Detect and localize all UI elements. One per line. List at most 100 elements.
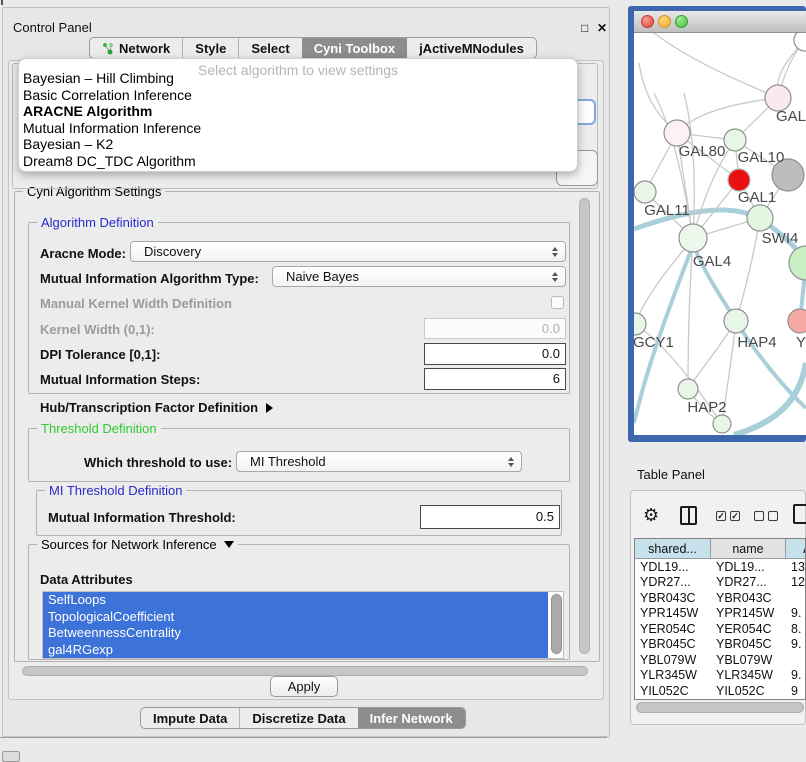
tab-network[interactable]: Network — [90, 38, 182, 58]
tab-discretize-data[interactable]: Discretize Data — [239, 708, 357, 728]
tab-jactivemnodules[interactable]: jActiveMNodules — [407, 38, 536, 58]
node-label: SWI4 — [762, 230, 799, 247]
select-all-checkboxes-icon[interactable]: ✓✓ — [716, 511, 740, 521]
mi-threshold-field[interactable]: 0.5 — [420, 505, 560, 529]
manual-kernel-width-label: Manual Kernel Width Definition — [40, 296, 232, 311]
stepper-icon — [508, 457, 514, 467]
tab-style[interactable]: Style — [182, 38, 238, 58]
table-row[interactable]: YLR345WYLR345W9. — [635, 668, 805, 684]
float-panel-icon[interactable]: □ — [581, 21, 588, 35]
sources-title[interactable]: Sources for Network Inference — [37, 537, 238, 552]
node-label: HAP4 — [737, 334, 776, 351]
node — [724, 129, 746, 151]
column-header-partial[interactable]: A — [786, 539, 806, 559]
which-threshold-label: Which threshold to use: — [84, 455, 232, 470]
algorithm-definition-title: Algorithm Definition — [37, 215, 158, 230]
deselect-all-checkboxes-icon[interactable] — [754, 511, 778, 521]
node-label: GAL1 — [738, 189, 776, 206]
node — [747, 205, 773, 231]
settings-horizontal-scrollbar[interactable] — [22, 666, 588, 676]
node — [678, 379, 698, 399]
algorithm-option-dream8[interactable]: Dream8 DC_TDC Algorithm — [21, 153, 573, 170]
data-attributes-list: SelfLoops TopologicalCoefficient Between… — [42, 591, 564, 659]
algorithm-option-mutual-information[interactable]: Mutual Information Inference — [21, 120, 573, 137]
gear-icon[interactable]: ⚙ — [643, 505, 659, 526]
algorithm-option-list: Bayesian – Hill Climbing Basic Correlati… — [21, 70, 573, 169]
attribute-gal4rgexp[interactable]: gal4RGexp — [43, 642, 548, 659]
algorithm-option-aracne[interactable]: ARACNE Algorithm — [21, 103, 573, 120]
node-table: shared... name A YDL19...YDL19...13 YDR2… — [634, 538, 806, 700]
tab-impute-data[interactable]: Impute Data — [141, 708, 239, 728]
apply-button[interactable]: Apply — [270, 676, 338, 697]
tab-infer-network[interactable]: Infer Network — [358, 708, 465, 728]
table-panel-title: Table Panel — [637, 467, 705, 482]
hub-definition-expander[interactable]: Hub/Transcription Factor Definition — [40, 400, 273, 415]
table-row[interactable]: YDL19...YDL19...13 — [635, 559, 805, 575]
attribute-betweennesscentrality[interactable]: BetweennessCentrality — [43, 625, 548, 642]
new-table-file-icon[interactable] — [793, 504, 806, 524]
mi-steps-field[interactable]: 6 — [424, 368, 566, 390]
node — [634, 313, 646, 335]
split-columns-icon[interactable] — [680, 506, 697, 525]
mi-threshold-label: Mutual Information Threshold: — [48, 510, 236, 525]
zoom-window-button[interactable] — [675, 15, 688, 28]
expand-right-icon — [266, 403, 273, 413]
stepper-icon — [552, 272, 558, 282]
dpi-tolerance-label: DPI Tolerance [0,1]: — [40, 347, 160, 362]
minimize-window-button[interactable] — [658, 15, 671, 28]
attribute-topologicalcoefficient[interactable]: TopologicalCoefficient — [43, 609, 548, 626]
node — [724, 309, 748, 333]
manual-kernel-width-checkbox[interactable] — [551, 296, 564, 309]
network-window-titlebar[interactable] — [634, 11, 806, 33]
node-label: GAL — [776, 108, 806, 125]
tab-select[interactable]: Select — [238, 38, 301, 58]
attribute-selfloops[interactable]: SelfLoops — [43, 592, 548, 609]
stepper-icon — [552, 247, 558, 257]
node-gal4 — [679, 224, 707, 252]
aracne-mode-label: Aracne Mode: — [40, 246, 126, 261]
mi-algorithm-type-label: Mutual Information Algorithm Type: — [40, 271, 259, 286]
column-header-name[interactable]: name — [711, 539, 786, 559]
table-row[interactable]: YIL052CYIL052C9 — [635, 683, 805, 699]
node — [713, 415, 731, 433]
node-label: GCY1 — [634, 334, 674, 351]
close-window-button[interactable] — [641, 15, 654, 28]
node-label: HAP2 — [687, 399, 726, 416]
table-row[interactable]: YER054CYER054C8. — [635, 621, 805, 637]
node-label: GAL10 — [738, 149, 785, 166]
attributes-scrollbar[interactable] — [551, 594, 562, 654]
node-label: GAL4 — [693, 253, 731, 270]
data-attributes-label: Data Attributes — [40, 572, 133, 587]
table-horizontal-scrollbar[interactable] — [636, 702, 804, 713]
settings-vertical-scrollbar[interactable] — [579, 198, 590, 654]
mi-algorithm-type-combo[interactable]: Naive Bayes — [272, 266, 566, 287]
close-panel-icon[interactable]: ✕ — [597, 21, 607, 35]
dpi-tolerance-field[interactable]: 0.0 — [424, 343, 566, 365]
table-row[interactable]: YPR145WYPR145W9. — [635, 606, 805, 622]
network-window: GAL GAL80 GAL10 GAL1 GAL11 SWI4 GAL4 GCY… — [634, 11, 806, 435]
control-panel-title: Control Panel — [13, 20, 92, 35]
kernel-width-label: Kernel Width (0,1): — [40, 322, 155, 337]
network-canvas[interactable]: GAL GAL80 GAL10 GAL1 GAL11 SWI4 GAL4 GCY… — [634, 33, 806, 435]
table-header-row: shared... name A — [635, 539, 805, 559]
which-threshold-combo[interactable]: MI Threshold — [236, 451, 522, 472]
node — [634, 181, 656, 203]
network-icon — [102, 42, 114, 55]
tab-cyni-toolbox[interactable]: Cyni Toolbox — [302, 38, 407, 58]
algorithm-option-basic-correlation[interactable]: Basic Correlation Inference — [21, 87, 573, 104]
algorithm-option-bayesian-k2[interactable]: Bayesian – K2 — [21, 136, 573, 153]
aracne-mode-combo[interactable]: Discovery — [130, 241, 566, 262]
network-graph: GAL GAL80 GAL10 GAL1 GAL11 SWI4 GAL4 GCY… — [634, 33, 806, 435]
screen: Control Panel □ ✕ Network Style Select C… — [0, 0, 806, 762]
table-row[interactable]: YBL079WYBL079W — [635, 652, 805, 668]
column-header-shared-name[interactable]: shared... — [635, 539, 711, 559]
table-row[interactable]: YBR043CYBR043C — [635, 590, 805, 606]
top-left-tick — [1, 0, 3, 5]
bottom-divider — [0, 737, 607, 738]
table-row[interactable]: YBR045CYBR045C9. — [635, 637, 805, 653]
collapsed-panel-button[interactable] — [2, 751, 20, 762]
node — [794, 33, 806, 51]
algorithm-option-bayesian-hill-climbing[interactable]: Bayesian – Hill Climbing — [21, 70, 573, 87]
kernel-width-field[interactable]: 0.0 — [424, 318, 566, 339]
table-row[interactable]: YDR27...YDR27...12 — [635, 575, 805, 591]
